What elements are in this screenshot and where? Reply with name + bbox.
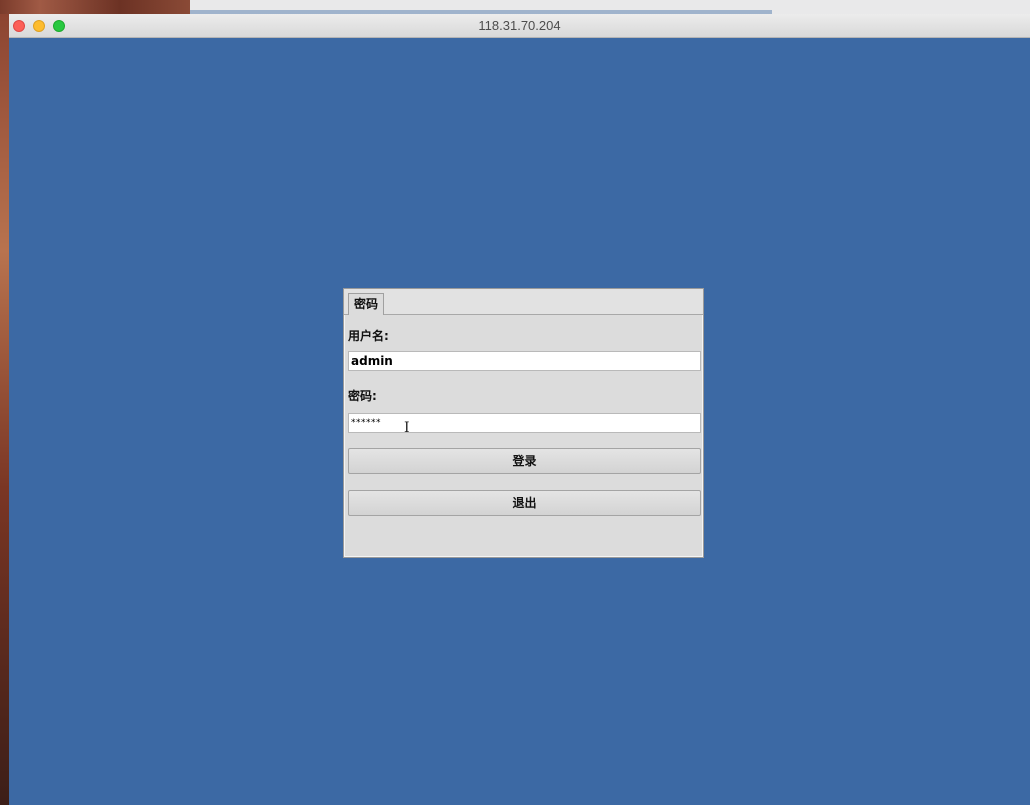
tab-password[interactable]: 密码 (348, 293, 385, 315)
background-desktop-left (0, 14, 9, 805)
screen: 118.31.70.204 密码 用户名: 密码: I 登录 退出 (0, 0, 1030, 805)
username-label: 用户名: (348, 329, 389, 343)
i-beam-cursor-icon: I (404, 420, 410, 436)
window-title: 118.31.70.204 (478, 18, 561, 33)
remote-desktop-window: 118.31.70.204 密码 用户名: 密码: I 登录 退出 (9, 14, 1030, 805)
background-desktop-top (0, 0, 1030, 14)
username-input[interactable] (348, 351, 701, 371)
dialog-tab-bar: 密码 (344, 289, 703, 315)
password-input[interactable] (348, 413, 701, 433)
login-button[interactable]: 登录 (348, 448, 701, 474)
password-label: 密码: (348, 389, 377, 403)
window-titlebar[interactable]: 118.31.70.204 (9, 14, 1030, 38)
exit-button[interactable]: 退出 (348, 490, 701, 516)
login-dialog: 密码 用户名: 密码: I 登录 退出 (343, 288, 704, 558)
